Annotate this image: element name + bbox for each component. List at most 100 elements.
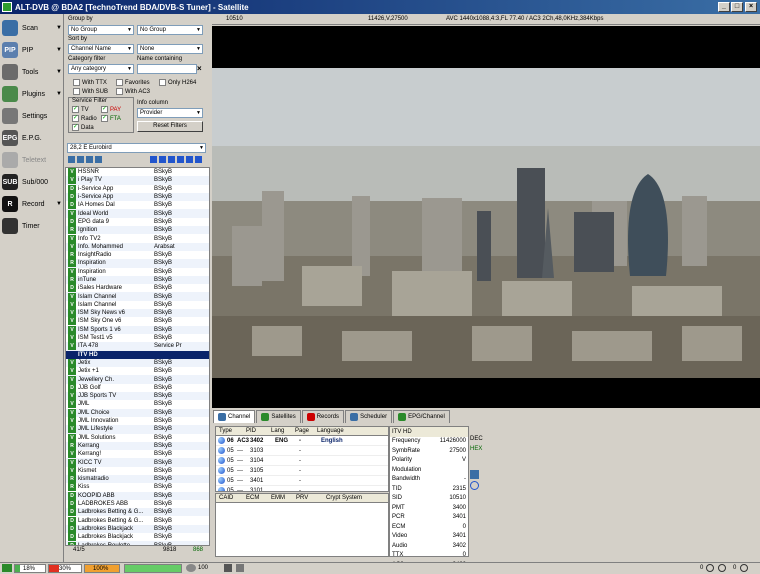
channel-row[interactable]: V JML Lifestyle BSkyB [66, 425, 209, 434]
info-column-select[interactable]: Provider [137, 108, 203, 118]
record-status-icon[interactable] [224, 564, 232, 572]
channel-row[interactable]: V Jetix +1 BSkyB [66, 367, 209, 376]
radio-checkbox[interactable]: ✓ Radio [72, 115, 97, 122]
pid-row[interactable]: 05 --- 3103 - [216, 446, 388, 456]
progress-bar[interactable] [124, 564, 182, 573]
channel-row[interactable]: R Ignition BSkyB [66, 226, 209, 235]
channel-row[interactable]: V Jetix BSkyB [66, 358, 209, 368]
channel-row[interactable]: D Ladbrokes Betting & G... BSkyB [66, 508, 209, 517]
zoom-reset-icon[interactable] [740, 564, 748, 572]
channel-row[interactable]: D Ladbrokes Betting & G... BSkyB [66, 516, 209, 525]
zoom-in-icon[interactable] [718, 564, 726, 572]
channel-row[interactable]: V Islam Channel BSkyB [66, 292, 209, 301]
video-display[interactable] [212, 26, 760, 408]
tab-records[interactable]: Records [301, 410, 345, 423]
toolbar-tools-button[interactable]: Tools ▼ [2, 62, 62, 82]
toolbar-settings-button[interactable]: Settings [2, 106, 62, 126]
channel-row[interactable]: V Jewellery Ch. BSkyB [66, 375, 209, 384]
channel-row[interactable]: D IA Homes Dal BSkyB [66, 201, 209, 210]
channel-row[interactable]: V Islam Channel BSkyB [66, 300, 209, 309]
channel-row[interactable]: V KICC TV BSkyB [66, 458, 209, 467]
pid-row[interactable]: 05 --- 3101 - [216, 486, 388, 491]
channel-row[interactable]: V ISM Sports 1 v6 BSkyB [66, 325, 209, 334]
channel-row[interactable]: Rkismatradio BSkyB [66, 474, 209, 484]
list-view-icon[interactable] [95, 156, 102, 163]
fta-checkbox[interactable]: ✓ FTA [101, 115, 121, 122]
satellite-select[interactable]: 28,2 E Eurobird [67, 143, 206, 153]
channel-row[interactable]: R Inspiration BSkyB [66, 259, 209, 268]
nav-icon[interactable] [177, 156, 184, 163]
channel-row[interactable]: D LADBROKES ABB BSkyB [66, 500, 209, 509]
clear-filter-icon[interactable]: × [197, 64, 202, 73]
channel-row[interactable]: V Info TV2 BSkyB [66, 234, 209, 243]
nav-icon[interactable] [186, 156, 193, 163]
list-view-icon[interactable] [77, 156, 84, 163]
channel-row[interactable]: V JML Innovation BSkyB [66, 417, 209, 426]
channel-row[interactable]: D Ladbrokes Blackjack BSkyB [66, 524, 209, 534]
channel-row[interactable]: Di-Service App BSkyB [66, 192, 209, 202]
list-view-icon[interactable] [86, 156, 93, 163]
toolbar-pip-button[interactable]: PIP PIP ▼ [2, 40, 62, 60]
zoom-out-icon[interactable] [706, 564, 714, 572]
toolbar-e-p-g--button[interactable]: EPG E.P.G. [2, 128, 62, 148]
pid-row[interactable]: 05 --- 3105 - [216, 466, 388, 476]
channel-row[interactable]: V ISM Sky News v6 BSkyB [66, 309, 209, 318]
channel-row[interactable]: V JJB Sports TV BSkyB [66, 392, 209, 401]
list-view-icon[interactable] [68, 156, 75, 163]
only-h264-checkbox[interactable]: Only H264 [159, 79, 196, 86]
channel-row[interactable]: V HSSNR BSkyB [66, 168, 209, 177]
nav-icon[interactable] [168, 156, 175, 163]
group-select-1[interactable]: No Group [68, 25, 134, 35]
dropdown-arrow-icon[interactable]: ▼ [56, 69, 62, 75]
channel-row[interactable]: V JML BSkyB [66, 400, 209, 409]
group-select-2[interactable]: No Group [137, 25, 203, 35]
hex-toggle[interactable]: HEX [470, 446, 486, 456]
channel-row[interactable]: V Info. Mohammed Arabsat [66, 242, 209, 251]
channel-row[interactable]: D Ladbrokes Blackjack BSkyB [66, 533, 209, 542]
channel-row[interactable]: R Kiss BSkyB [66, 483, 209, 492]
channel-row[interactable]: R Kerrang BSkyB [66, 441, 209, 451]
sort-select-1[interactable]: Channel Name [68, 44, 134, 54]
with-ac3-checkbox[interactable]: With AC3 [116, 88, 150, 95]
toolbar-timer-button[interactable]: Timer [2, 216, 62, 236]
pid-row[interactable]: 06 AC3 3402 ENG - English [216, 436, 388, 446]
volume-icon[interactable] [186, 564, 196, 572]
tab-satellites[interactable]: Satellites [256, 410, 301, 423]
channel-row[interactable]: V JML Solutions BSkyB [66, 433, 209, 442]
channel-row[interactable]: V ITA 478 Service Pr [66, 342, 209, 351]
channel-row[interactable]: Di-Service App BSkyB [66, 184, 209, 193]
nav-icon[interactable] [159, 156, 166, 163]
sort-select-2[interactable]: None [137, 44, 203, 54]
toolbar-scan-button[interactable]: Scan ▼ [2, 18, 62, 38]
data-checkbox[interactable]: ✓ Data [72, 124, 94, 131]
play-icon[interactable] [2, 564, 12, 572]
channel-row[interactable]: D KOOPID ABB BSkyB [66, 491, 209, 500]
pid-table[interactable]: Type PID Lang Page Language 06 AC3 3402 ENG… [215, 426, 389, 492]
name-filter-input[interactable] [137, 64, 197, 74]
close-button[interactable]: × [745, 2, 757, 12]
pay-checkbox[interactable]: ✓ PAY [101, 106, 121, 113]
channel-row[interactable]: V ISM Test1 v5 BSkyB [66, 334, 209, 343]
search-icon[interactable] [470, 481, 479, 490]
channel-row[interactable]: DiSales Hardware BSkyB [66, 284, 209, 293]
channel-row[interactable]: V Inspiration BSkyB [66, 267, 209, 276]
nav-icon[interactable] [150, 156, 157, 163]
channel-row[interactable]: D EPG data 9 BSkyB [66, 217, 209, 226]
dropdown-arrow-icon[interactable]: ▼ [56, 47, 62, 53]
tab-epg-channel[interactable]: EPG/Channel [393, 410, 450, 423]
toolbar-sub-000-button[interactable]: SUB Sub/000 [2, 172, 62, 192]
nav-icon[interactable] [195, 156, 202, 163]
channel-row[interactable]: RinTune BSkyB [66, 275, 209, 285]
dropdown-arrow-icon[interactable]: ▼ [56, 25, 62, 31]
channel-row[interactable]: D JJB Golf BSkyB [66, 383, 209, 392]
maximize-button[interactable]: □ [731, 2, 743, 12]
pid-row[interactable]: 05 --- 3104 - [216, 456, 388, 466]
channel-row[interactable]: V Kismet BSkyB [66, 466, 209, 475]
channel-row[interactable]: ITV HD [66, 350, 209, 359]
reset-filters-button[interactable]: Reset Filters [137, 121, 203, 132]
with-ttx-checkbox[interactable]: With TTX [73, 79, 107, 86]
toolbar-teletext-button[interactable]: Teletext [2, 150, 62, 170]
channel-row[interactable]: V JML Choice BSkyB [66, 408, 209, 417]
minimize-button[interactable]: _ [718, 2, 730, 12]
toolbar-record-button[interactable]: R Record ▼ [2, 194, 62, 214]
